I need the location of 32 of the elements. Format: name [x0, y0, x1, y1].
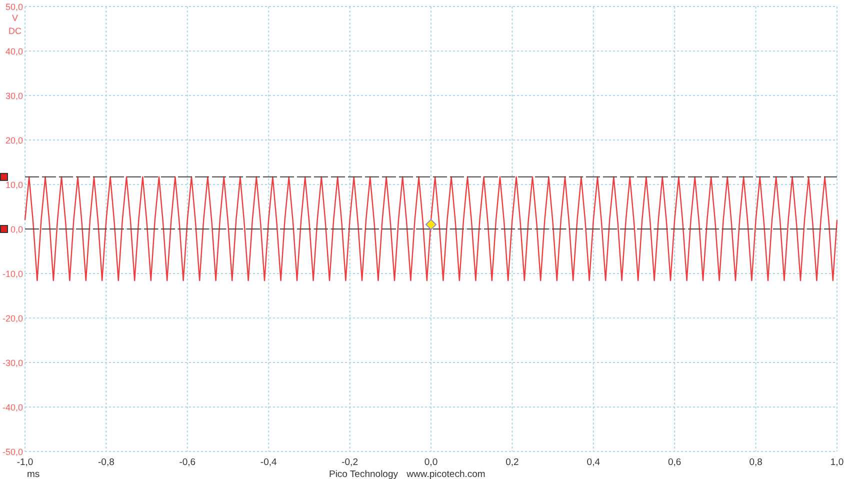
axis-label: 10,0 [5, 180, 23, 190]
coupling-label: DC [8, 26, 22, 36]
axis-label: -0,8 [98, 457, 114, 468]
company-label: Pico Technology [328, 469, 398, 479]
trigger-marker-icon[interactable] [425, 218, 437, 230]
axis-label: -40,0 [2, 402, 23, 412]
axis-label: -0,2 [342, 457, 358, 468]
axis-label: -0,4 [260, 457, 277, 468]
ruler-line[interactable] [24, 228, 838, 230]
ruler-handle-icon[interactable] [0, 225, 8, 233]
axis-label: 30,0 [5, 91, 23, 101]
axis-label: 0,0 [424, 457, 438, 468]
axis-label: 1,0 [830, 457, 844, 468]
axis-label: -10,0 [2, 269, 23, 279]
axis-label: -50,0 [2, 447, 23, 457]
axis-label: 0,4 [586, 457, 600, 468]
ruler-handle-icon[interactable] [0, 172, 8, 181]
unit-label: ms [27, 469, 40, 479]
axis-label: 0,2 [506, 457, 519, 468]
axis-label: -1,0 [16, 457, 34, 468]
axis-label: 0,6 [668, 457, 682, 468]
website-label: www.picotech.com [406, 469, 486, 479]
ruler-line[interactable] [24, 176, 838, 178]
axis-label: -0,6 [179, 457, 196, 468]
axis-label: 0,0 [10, 224, 23, 234]
axis-label: 20,0 [5, 136, 23, 146]
axis-label: 40,0 [5, 46, 23, 56]
axis-label: -30,0 [2, 358, 23, 368]
unit-label: V [12, 13, 18, 23]
axis-label: 50,0 [5, 2, 23, 12]
axis-label: -20,0 [2, 314, 23, 324]
axis-label: 0,8 [749, 457, 762, 468]
